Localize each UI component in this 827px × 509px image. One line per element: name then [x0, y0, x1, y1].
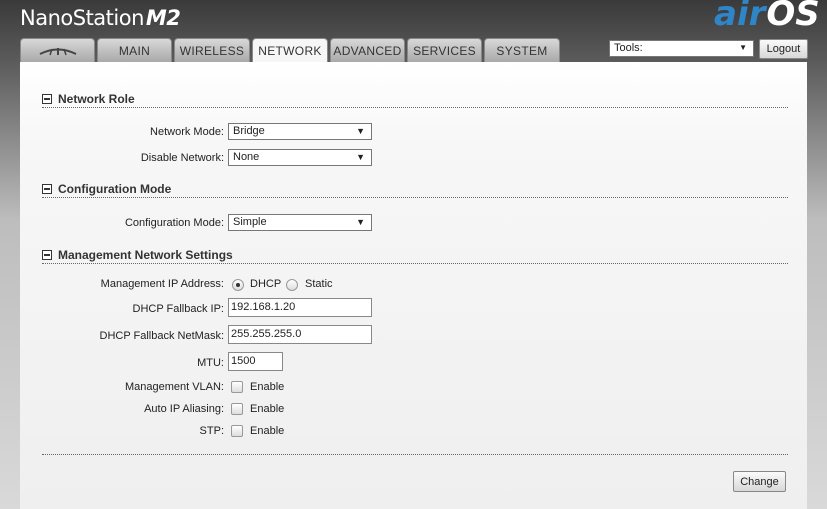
tab-wireless[interactable]: WIRELESS: [174, 38, 250, 62]
divider: [42, 454, 788, 455]
tab-main-label: MAIN: [118, 43, 151, 58]
dhcp-radio[interactable]: [232, 279, 244, 291]
tab-services-label: SERVICES: [413, 43, 476, 58]
ubiquiti-logo-icon: [39, 47, 76, 55]
mtu-label: MTU:: [197, 357, 224, 369]
dhcp-label: DHCP: [250, 278, 282, 290]
configuration-mode-header[interactable]: Configuration Mode: [42, 182, 171, 196]
dropdown-arrow-icon: ▼: [356, 217, 365, 227]
collapse-icon[interactable]: [42, 184, 52, 194]
tools-select-value: Tools:: [614, 42, 643, 54]
tab-wireless-label: WIRELESS: [179, 43, 245, 58]
network-mode-label: Network Mode:: [150, 126, 224, 138]
tab-services[interactable]: SERVICES: [407, 38, 482, 62]
tab-system[interactable]: SYSTEM: [484, 38, 560, 62]
divider: [42, 107, 788, 108]
fallback-ip-input[interactable]: 192.168.1.20: [228, 298, 372, 317]
product-label: NanoStation: [20, 6, 144, 30]
mtu-input[interactable]: 1500: [228, 352, 283, 371]
network-role-header[interactable]: Network Role: [42, 92, 135, 106]
change-button[interactable]: Change: [733, 471, 786, 492]
divider: [42, 197, 788, 198]
management-vlan-checkbox[interactable]: [231, 381, 243, 393]
management-vlan-label: Management VLAN:: [124, 381, 224, 393]
configuration-mode-select[interactable]: Simple ▼: [228, 214, 372, 231]
dropdown-arrow-icon: ▼: [739, 43, 747, 52]
network-panel: Network Role Network Mode: Bridge ▼ Disa…: [20, 62, 807, 509]
tab-ubiquiti-logo[interactable]: [20, 38, 95, 62]
disable-network-label: Disable Network:: [140, 152, 224, 164]
change-label: Change: [740, 475, 779, 488]
airos-logo: airOS: [714, 0, 820, 34]
tab-advanced[interactable]: ADVANCED: [330, 38, 405, 62]
management-vlan-enable-label: Enable: [250, 381, 285, 393]
configuration-mode-value: Simple: [233, 216, 267, 228]
auto-ip-aliasing-label: Auto IP Aliasing:: [144, 403, 224, 415]
network-mode-value: Bridge: [233, 125, 265, 137]
management-ip-label: Management IP Address:: [100, 278, 224, 290]
stp-checkbox[interactable]: [231, 425, 243, 437]
stp-label: STP:: [199, 425, 224, 437]
tab-main[interactable]: MAIN: [97, 38, 172, 62]
management-network-header[interactable]: Management Network Settings: [42, 248, 233, 262]
product-name: NanoStationM2: [20, 6, 181, 30]
dropdown-arrow-icon: ▼: [356, 152, 365, 162]
tab-network-label: NETWORK: [258, 44, 322, 58]
model-label: M2: [145, 6, 181, 30]
tab-network[interactable]: NETWORK: [252, 38, 328, 63]
disable-network-value: None: [233, 151, 260, 163]
logout-button[interactable]: Logout: [759, 39, 808, 59]
brand-os: OS: [766, 0, 820, 34]
collapse-icon[interactable]: [42, 250, 52, 260]
brand-air: air: [714, 0, 766, 34]
dropdown-arrow-icon: ▼: [356, 126, 365, 136]
static-radio[interactable]: [286, 279, 298, 291]
auto-ip-aliasing-enable-label: Enable: [250, 403, 285, 415]
auto-ip-aliasing-checkbox[interactable]: [231, 403, 243, 415]
collapse-icon[interactable]: [42, 94, 52, 104]
fallback-netmask-input[interactable]: 255.255.255.0: [228, 325, 372, 344]
static-label: Static: [305, 278, 333, 290]
tab-advanced-label: ADVANCED: [333, 43, 402, 58]
network-mode-select[interactable]: Bridge ▼: [228, 123, 372, 140]
stp-enable-label: Enable: [250, 425, 285, 437]
disable-network-select[interactable]: None ▼: [228, 149, 372, 166]
fallback-ip-label: DHCP Fallback IP:: [132, 303, 225, 315]
logout-label: Logout: [766, 43, 801, 55]
fallback-netmask-label: DHCP Fallback NetMask:: [99, 330, 225, 342]
configuration-mode-title: Configuration Mode: [58, 182, 172, 196]
main-tabs: MAIN WIRELESS NETWORK ADVANCED SERVICES …: [20, 38, 562, 63]
tab-system-label: SYSTEM: [496, 43, 548, 58]
network-role-title: Network Role: [58, 92, 135, 106]
divider: [42, 263, 788, 264]
tools-select[interactable]: Tools: ▼: [609, 40, 754, 57]
management-network-title: Management Network Settings: [58, 248, 233, 262]
configuration-mode-label: Configuration Mode:: [124, 217, 224, 229]
